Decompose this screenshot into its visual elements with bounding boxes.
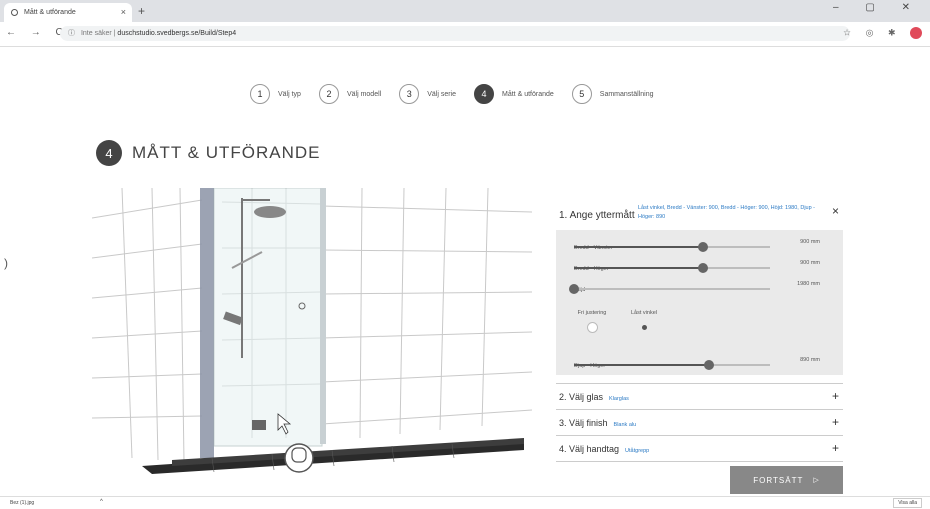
step-label: Mått & utförande — [502, 90, 554, 98]
slider-fill — [574, 364, 710, 366]
step-1[interactable]: 1 Välj typ — [250, 84, 301, 104]
slider-handle[interactable] — [698, 242, 709, 252]
download-file[interactable]: Bez (1).jpg — [10, 500, 34, 506]
star-icon[interactable]: ☆ — [843, 27, 857, 37]
slider-height[interactable]: Höjd 1980 mm — [569, 278, 820, 296]
url-text: duschstudio.svedbergs.se/Build/Step4 — [117, 30, 237, 37]
slider-width-left[interactable]: Bredd - Vänster 900 mm — [574, 236, 820, 254]
slider-fill — [574, 267, 704, 269]
slider-value: 900 mm — [800, 239, 820, 245]
browser-extensions: ☆ ◎ ✱ — [843, 27, 922, 39]
section-title: 2. Välj glas — [559, 392, 604, 402]
slider-track[interactable] — [574, 360, 770, 370]
browser-tab-bar: Mått & utförande × + – ▢ ✕ — [0, 0, 930, 22]
section-glass[interactable]: 2. Välj glas Klarglas + — [556, 384, 843, 410]
slider-depth-right[interactable]: Djup - Höger 890 mm — [574, 354, 820, 372]
section-value: Klarglas — [609, 396, 629, 402]
heading-step-number: 4 — [96, 140, 122, 166]
section-title: 4. Välj handtag — [559, 444, 620, 454]
section-title: 3. Välj finish — [559, 418, 608, 428]
download-bar: Bez (1).jpg ^ Visa alla — [0, 496, 930, 509]
new-tab-button[interactable]: + — [138, 3, 145, 19]
window-controls[interactable]: – ▢ ✕ — [833, 2, 922, 13]
radio-label: Fri justering — [577, 310, 607, 316]
tab-favicon-icon — [11, 9, 18, 16]
step-progress: 1 Välj typ 2 Välj modell 3 Välj serie 4 Mått… — [250, 82, 671, 106]
step-label: Sammanställning — [599, 90, 654, 98]
side-glyph: ) — [4, 256, 8, 270]
extension-icon[interactable]: ◎ — [866, 27, 880, 37]
section-finish[interactable]: 3. Välj finish Blank alu + — [556, 410, 843, 436]
shower-3d-preview[interactable] — [92, 188, 532, 478]
address-bar: ← → C ⓘ Inte säker | duschstudio.svedber… — [0, 22, 930, 47]
step-label: Välj modell — [346, 90, 382, 98]
dimensions-box: Bredd - Vänster 900 mm Bredd - Höger 900… — [556, 230, 843, 375]
expand-icon[interactable]: + — [832, 389, 839, 403]
page-title: MÅTT & UTFÖRANDE — [132, 143, 321, 162]
continue-button[interactable]: FORTSÄTT ▷ — [730, 466, 843, 494]
step-label: Välj serie — [427, 90, 457, 98]
slider-fill — [574, 246, 704, 248]
section-value: Blank alu — [613, 422, 637, 428]
expand-icon[interactable]: + — [832, 415, 839, 429]
dimensions-header[interactable]: 1. Ange yttermått Låst vinkel, Bredd - V… — [556, 196, 843, 230]
url-field[interactable]: ⓘ Inte säker | duschstudio.svedbergs.se/… — [60, 26, 850, 41]
arrow-right-icon: ▷ — [813, 477, 820, 484]
config-panel: 1. Ange yttermått Låst vinkel, Bredd - V… — [556, 196, 843, 462]
slider-handle[interactable] — [569, 284, 579, 294]
radio-label: Låst vinkel — [631, 310, 657, 316]
radio-free-adjust[interactable]: Fri justering — [572, 310, 612, 333]
slider-width-right[interactable]: Bredd - Höger 900 mm — [574, 257, 820, 275]
url-secure-label: Inte säker — [80, 30, 112, 37]
slider-value: 1980 mm — [797, 281, 820, 287]
step-label: Välj typ — [278, 90, 301, 98]
section-value: Utåtgrepp — [625, 448, 650, 454]
step-4[interactable]: 4 Mått & utförande — [474, 84, 554, 104]
radio-button[interactable] — [638, 322, 650, 333]
step-number: 1 — [250, 84, 270, 104]
step-number: 2 — [318, 84, 339, 104]
step-2[interactable]: 2 Välj modell — [318, 84, 382, 104]
slider-handle[interactable] — [704, 360, 715, 370]
close-icon[interactable]: × — [832, 204, 839, 218]
slider-value: 900 mm — [800, 260, 820, 266]
browser-tab[interactable]: Mått & utförande × — [4, 3, 132, 22]
show-all-button[interactable]: Visa alla — [893, 498, 922, 508]
chevron-up-icon[interactable]: ^ — [100, 499, 103, 505]
slider-track[interactable] — [569, 284, 770, 294]
radio-button[interactable] — [586, 322, 598, 333]
step-5[interactable]: 5 Sammanställning — [571, 84, 654, 104]
slider-track[interactable] — [574, 263, 770, 273]
continue-label: FORTSÄTT — [753, 475, 804, 485]
info-icon[interactable]: ⓘ — [68, 30, 75, 37]
step-number: 4 — [474, 84, 495, 104]
slider-track[interactable] — [574, 242, 770, 252]
slider-value: 890 mm — [800, 357, 820, 363]
dimensions-summary: Låst vinkel, Bredd - Vänster: 900, Bredd… — [638, 205, 816, 220]
slider-handle[interactable] — [698, 263, 709, 273]
step-number: 5 — [571, 84, 592, 104]
step-number: 3 — [399, 84, 420, 104]
dimensions-title: 1. Ange yttermått — [559, 210, 635, 221]
step-3[interactable]: 3 Välj serie — [399, 84, 456, 104]
section-handle[interactable]: 4. Välj handtag Utåtgrepp + — [556, 436, 843, 462]
puzzle-icon[interactable]: ✱ — [888, 27, 902, 37]
tab-title: Mått & utförande — [24, 9, 76, 16]
profile-icon[interactable] — [910, 27, 922, 39]
expand-icon[interactable]: + — [832, 441, 839, 455]
radio-locked-angle[interactable]: Låst vinkel — [624, 310, 664, 333]
page-heading: 4 MÅTT & UTFÖRANDE — [96, 140, 321, 166]
tab-close-icon[interactable]: × — [121, 3, 126, 22]
